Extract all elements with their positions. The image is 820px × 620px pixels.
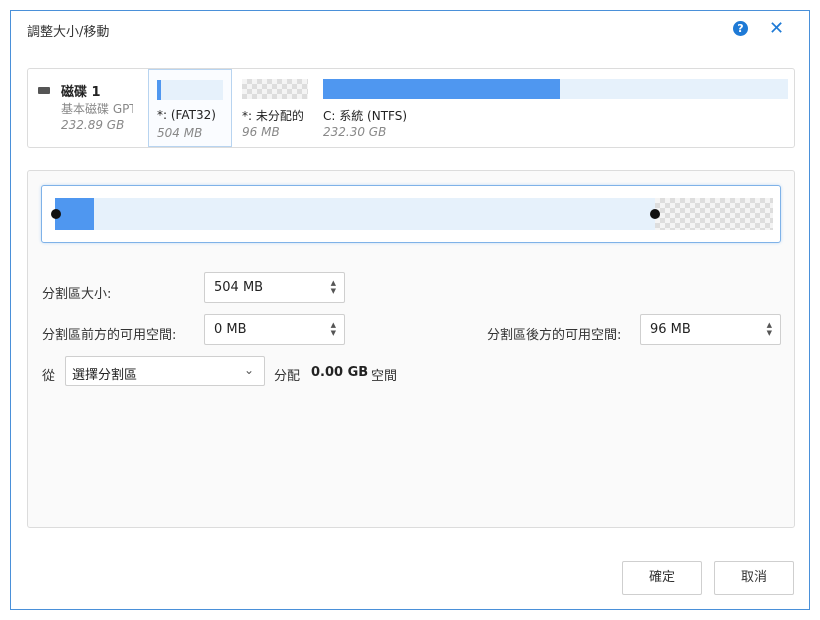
dialog-title: 調整大小/移動 xyxy=(27,25,110,40)
partition-usage-fill xyxy=(157,80,161,100)
space-before-label: 分割區前方的可用空間: xyxy=(42,328,177,343)
ok-button[interactable]: 確定 xyxy=(622,561,702,595)
partition-fat32[interactable]: *: (FAT32) 504 MB xyxy=(148,69,232,147)
stepper-value: 504 MB xyxy=(214,280,264,295)
chevron-down-icon: ⌄ xyxy=(243,363,254,377)
resize-panel: 分割區大小: 504 MB ▲ ▼ 分割區前方的可用空間: 0 MB ▲ ▼ 分割區… xyxy=(27,170,795,528)
close-icon[interactable]: ✕ xyxy=(769,18,784,39)
partition-size: 504 MB xyxy=(157,126,203,140)
partition-c-system[interactable]: C: 系統 (NTFS) 232.30 GB xyxy=(315,69,790,147)
partition-size: 96 MB xyxy=(242,125,280,139)
resize-left-handle[interactable] xyxy=(51,209,61,219)
space-before-stepper[interactable]: 0 MB ▲ ▼ xyxy=(204,314,345,345)
partition-label: *: (FAT32) xyxy=(157,108,216,122)
from-label: 從 xyxy=(42,369,56,384)
allocate-label: 分配 xyxy=(274,369,301,384)
stepper-value: 0 MB xyxy=(214,322,247,337)
disk-size: 232.89 GB xyxy=(61,118,125,132)
stepper-arrows-icon[interactable]: ▲ ▼ xyxy=(331,321,336,337)
allocate-value: 0.00 GB xyxy=(311,365,369,380)
partition-label: C: 系統 (NTFS) xyxy=(323,109,408,123)
disk-name: 磁碟 1 xyxy=(61,85,101,100)
partition-usage-bar xyxy=(323,79,788,99)
space-label: 空間 xyxy=(371,369,398,384)
resize-slider-box xyxy=(41,185,781,243)
resize-track[interactable] xyxy=(51,198,773,230)
resize-move-dialog: 調整大小/移動 ? ✕ 磁碟 1 基本磁碟 GPT 232.89 GB *: (… xyxy=(10,10,810,610)
resize-right-handle[interactable] xyxy=(650,209,660,219)
stepper-arrows-icon[interactable]: ▲ ▼ xyxy=(331,279,336,295)
disk-type: 基本磁碟 GPT xyxy=(61,102,133,116)
space-after-label: 分割區後方的可用空間: xyxy=(487,328,622,343)
partition-size-stepper[interactable]: 504 MB ▲ ▼ xyxy=(204,272,345,303)
partition-unallocated-bar xyxy=(242,79,308,99)
help-icon[interactable]: ? xyxy=(733,21,748,36)
disk-map-panel: 磁碟 1 基本磁碟 GPT 232.89 GB *: (FAT32) 504 M… xyxy=(27,68,795,148)
partition-usage-fill xyxy=(323,79,561,99)
partition-size-label: 分割區大小: xyxy=(42,287,112,302)
space-after-stepper[interactable]: 96 MB ▲ ▼ xyxy=(640,314,781,345)
cancel-button[interactable]: 取消 xyxy=(714,561,794,595)
select-value: 選擇分割區 xyxy=(72,368,138,383)
stepper-value: 96 MB xyxy=(650,322,691,337)
partition-usage-bar xyxy=(157,80,223,100)
partition-unallocated[interactable]: *: 未分配的 96 MB xyxy=(234,69,310,147)
partition-label: *: 未分配的 xyxy=(242,109,304,123)
stepper-arrows-icon[interactable]: ▲ ▼ xyxy=(767,321,772,337)
disk-icon xyxy=(38,87,50,94)
partition-size: 232.30 GB xyxy=(323,125,387,139)
resize-free-space xyxy=(655,198,773,230)
source-partition-select[interactable]: 選擇分割區 ⌄ xyxy=(65,356,265,386)
